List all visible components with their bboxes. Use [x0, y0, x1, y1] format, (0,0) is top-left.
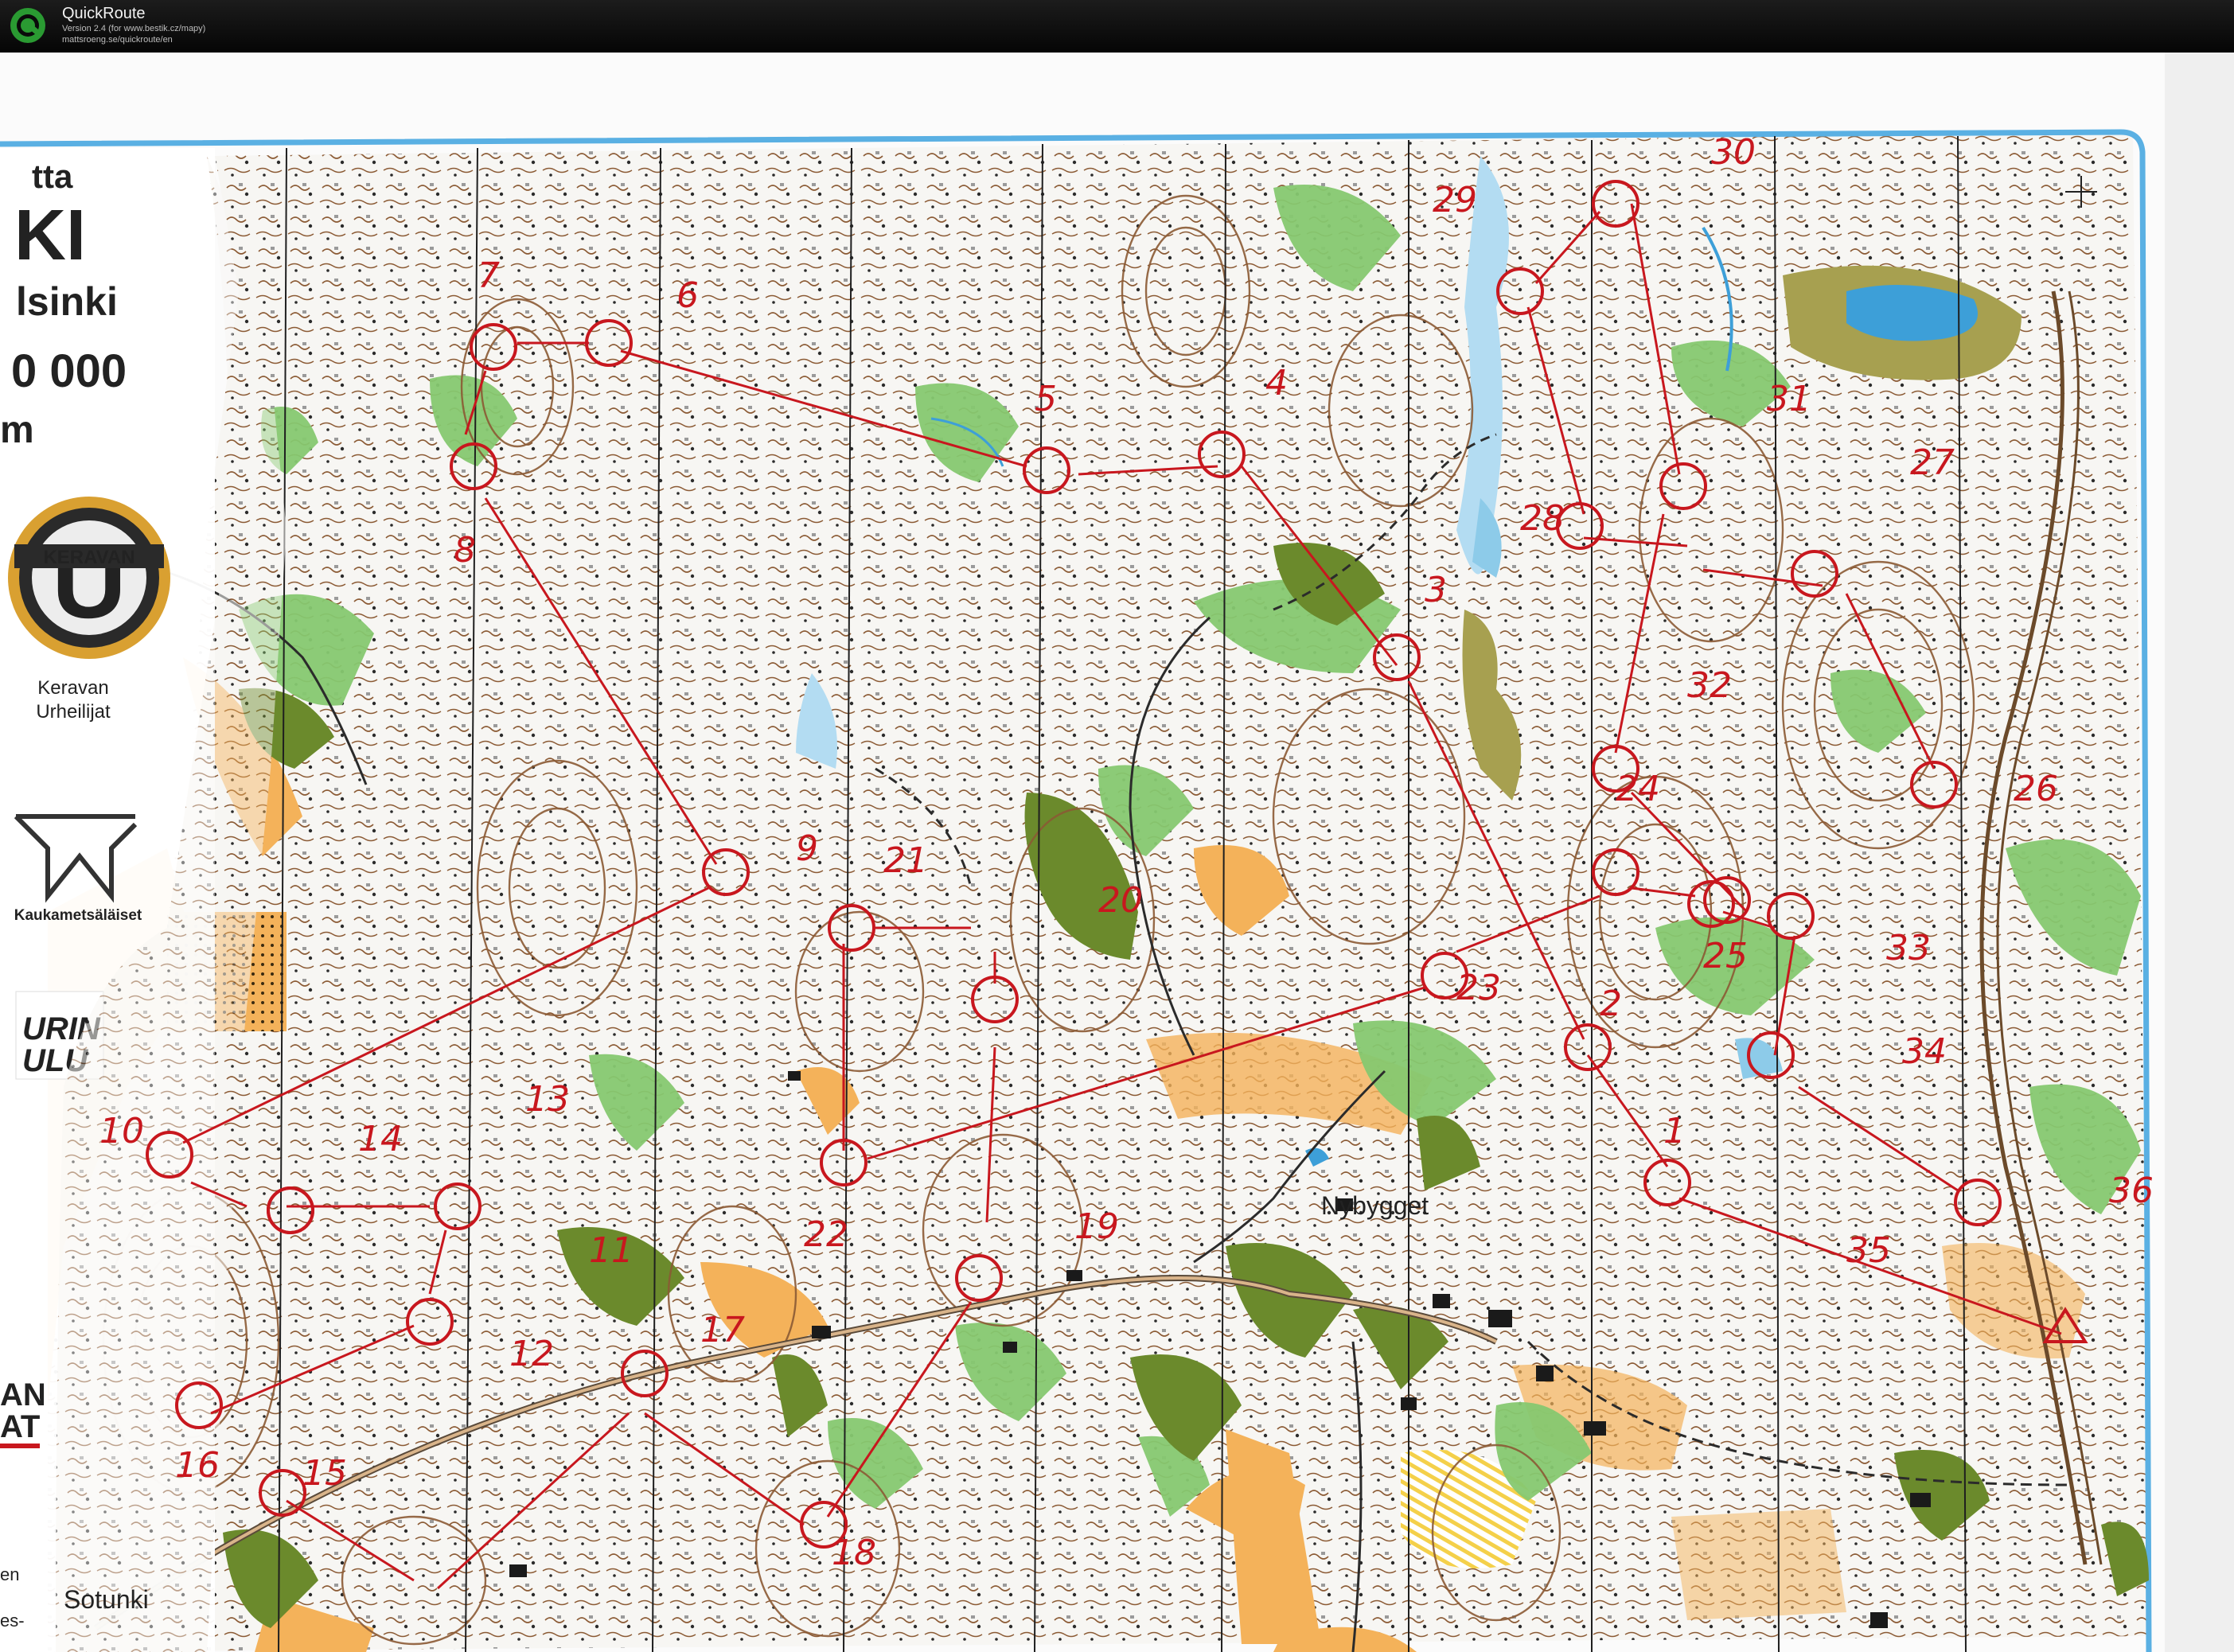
control-number-19: 19 — [1074, 1206, 1119, 1247]
sponsor-name: Kaukametsäläiset — [14, 907, 142, 924]
control-number-31: 31 — [1767, 379, 1811, 419]
control-number-26: 26 — [2014, 769, 2058, 809]
control-number-5: 5 — [1035, 379, 1057, 419]
control-number-18: 18 — [832, 1533, 876, 1573]
control-number-2: 2 — [1600, 984, 1622, 1024]
club-logo-letter: U — [52, 524, 127, 640]
app-version: Version 2.4 (for www.bestik.cz/mapy) — [62, 24, 206, 33]
control-number-8: 8 — [454, 530, 476, 571]
control-number-10: 10 — [99, 1111, 144, 1151]
control-number-20: 20 — [1098, 880, 1143, 921]
control-number-21: 21 — [883, 840, 928, 881]
control-number-17: 17 — [700, 1310, 745, 1350]
control-number-22: 22 — [804, 1214, 848, 1255]
control-number-3: 3 — [1425, 570, 1447, 610]
club-name-line2: Urheilijat — [36, 701, 111, 723]
control-number-36: 36 — [2109, 1171, 2154, 1211]
control-number-33: 33 — [1886, 928, 1931, 968]
place-name-nybygget: Nybygget — [1321, 1191, 1429, 1220]
sponsor3-text-b: AT — [0, 1409, 40, 1444]
control-number-7: 7 — [478, 255, 500, 296]
left-edge-fragment-2: es- — [0, 1611, 25, 1631]
control-number-30: 30 — [1711, 132, 1756, 173]
club-name-line1: Keravan — [37, 677, 108, 699]
map-scale-unit-fragment: m — [0, 409, 34, 451]
control-number-4: 4 — [1265, 363, 1288, 403]
control-number-34: 34 — [1902, 1031, 1947, 1072]
map-title-fragment-1: tta — [32, 158, 73, 195]
control-number-24: 24 — [1616, 769, 1660, 809]
keravan-urheilijat-logo: U KERAVAN — [8, 497, 170, 659]
orienteering-map-view[interactable]: tta KI lsinki 0 000 m U KERAVAN Keravan … — [0, 53, 2234, 1652]
window-titlebar: QuickRoute Version 2.4 (for www.bestik.c… — [0, 0, 2234, 53]
control-number-28: 28 — [1520, 498, 1565, 539]
control-number-1: 1 — [1663, 1111, 1686, 1151]
map-scale-fragment: 0 000 — [11, 345, 127, 397]
control-number-29: 29 — [1433, 180, 1477, 220]
control-number-35: 35 — [1846, 1230, 1891, 1271]
orienteering-map[interactable]: tta KI lsinki 0 000 m U KERAVAN Keravan … — [0, 53, 2234, 1652]
paper-right-edge — [2165, 53, 2234, 1652]
map-title-fragment-2: KI — [14, 196, 86, 275]
control-number-25: 25 — [1703, 936, 1748, 976]
app-name: QuickRoute — [62, 5, 146, 22]
control-number-14: 14 — [358, 1119, 403, 1159]
control-number-9: 9 — [796, 828, 818, 869]
control-number-6: 6 — [676, 275, 699, 316]
control-number-32: 32 — [1687, 665, 1732, 706]
place-name-sotunki: Sotunki — [64, 1585, 149, 1614]
map-title-fragment-3: lsinki — [16, 279, 118, 324]
control-number-13: 13 — [525, 1079, 570, 1120]
quickroute-q-icon — [10, 8, 45, 43]
control-number-23: 23 — [1456, 968, 1501, 1008]
control-number-16: 16 — [175, 1445, 220, 1486]
club-logo-text: KERAVAN — [43, 547, 135, 568]
sponsor3-text-a: AN — [0, 1377, 46, 1412]
control-number-27: 27 — [1910, 442, 1955, 483]
app-url: mattsroeng.se/quickroute/en — [62, 35, 173, 45]
control-number-11: 11 — [589, 1230, 634, 1271]
left-edge-fragment-1: en — [0, 1564, 19, 1584]
control-number-12: 12 — [509, 1334, 554, 1374]
control-number-15: 15 — [302, 1453, 347, 1494]
